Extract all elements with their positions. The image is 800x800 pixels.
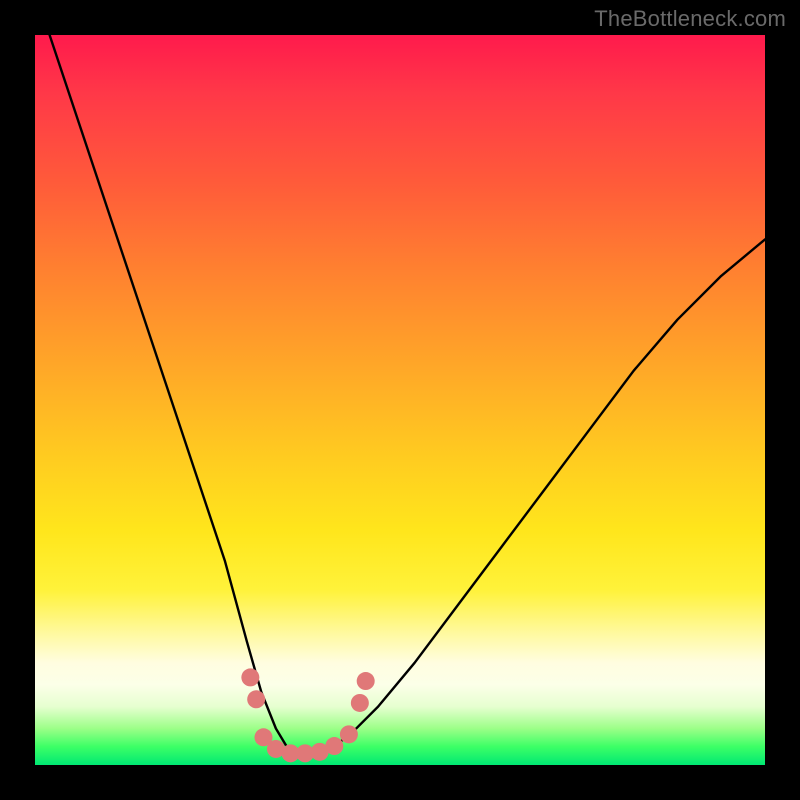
watermark-text: TheBottleneck.com [594,6,786,32]
chart-frame: TheBottleneck.com [0,0,800,800]
bottleneck-curve [50,35,765,754]
marker-layer [241,668,374,762]
plot-area [35,35,765,765]
curve-marker [357,672,375,690]
curve-marker [351,694,369,712]
curve-marker [247,690,265,708]
curve-svg [35,35,765,765]
curve-layer [50,35,765,754]
curve-marker [340,725,358,743]
curve-marker [325,737,343,755]
curve-marker [241,668,259,686]
